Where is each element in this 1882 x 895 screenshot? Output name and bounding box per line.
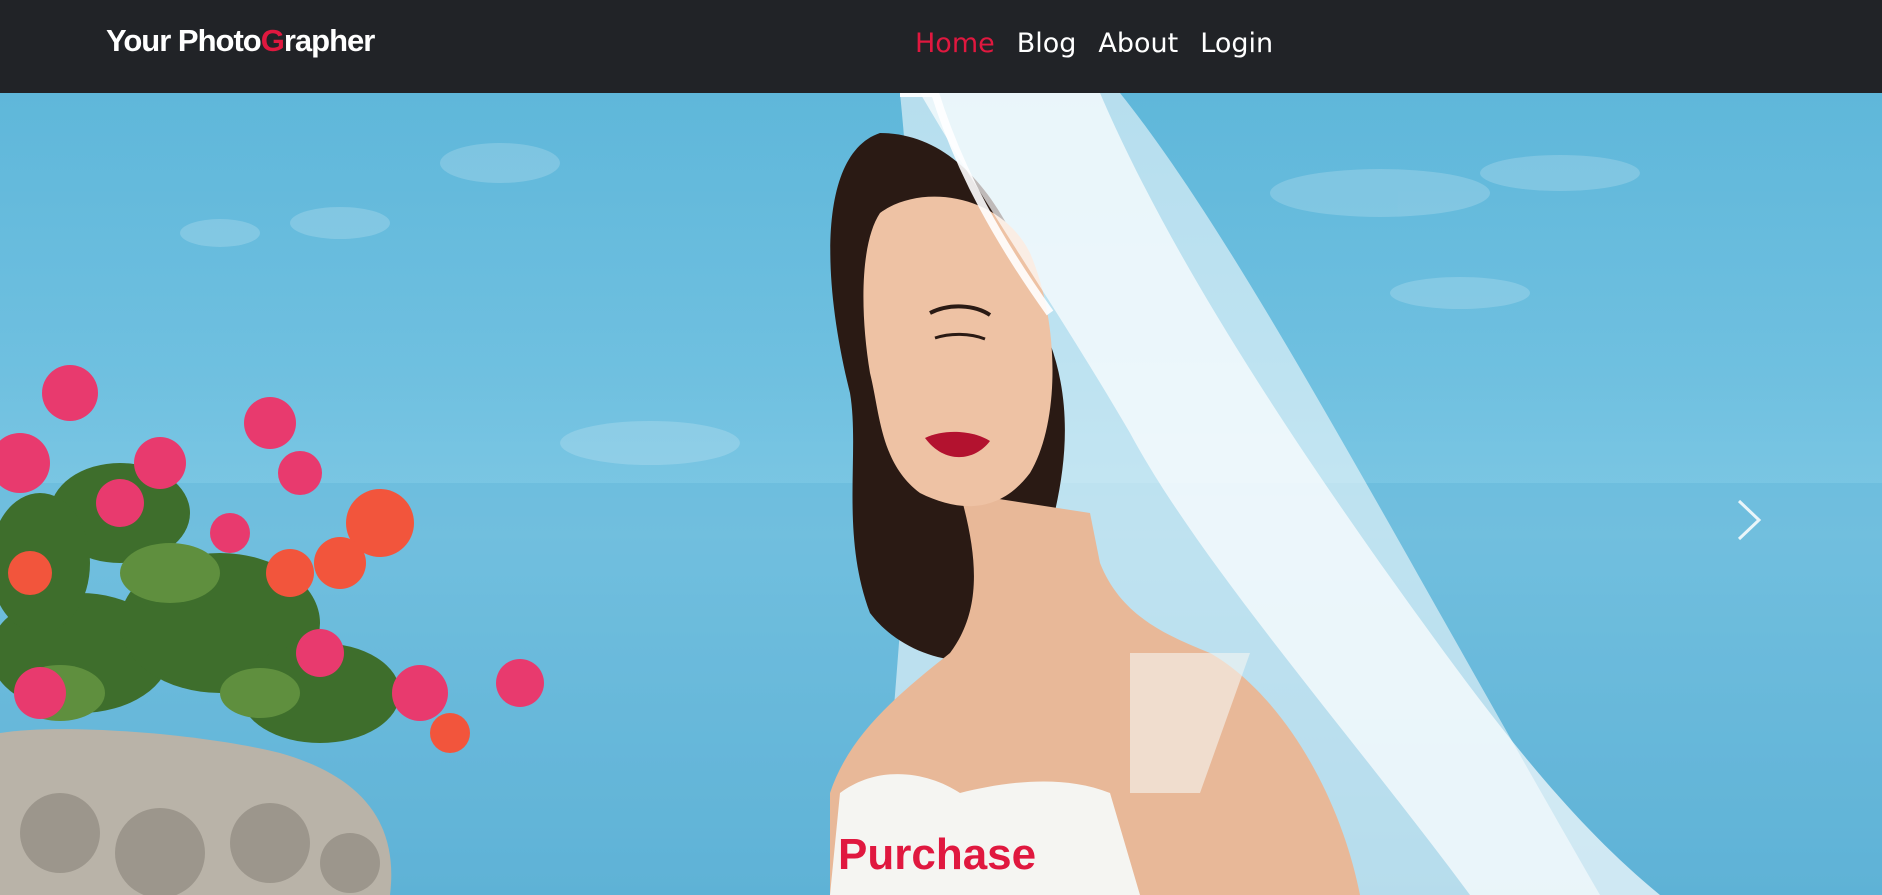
brand-accent-letter: G xyxy=(260,23,285,58)
nav-item-login[interactable]: Login xyxy=(1200,30,1273,57)
navbar: Your PhotoGrapher Home Blog About Login xyxy=(0,0,1882,93)
nav-item-home[interactable]: Home xyxy=(915,30,995,57)
main-nav: Home Blog About Login xyxy=(915,30,1273,57)
hero-image xyxy=(0,93,1882,895)
brand-logo[interactable]: Your PhotoGrapher xyxy=(106,23,375,58)
nav-item-blog[interactable]: Blog xyxy=(1017,30,1077,57)
brand-suffix: rapher xyxy=(283,23,375,58)
chevron-right-icon[interactable] xyxy=(1735,498,1765,542)
brand-prefix: Your Photo xyxy=(106,23,262,58)
purchase-button[interactable]: Purchase xyxy=(838,833,1036,877)
hero-slider: Purchase xyxy=(0,93,1882,895)
nav-item-about[interactable]: About xyxy=(1098,30,1178,57)
